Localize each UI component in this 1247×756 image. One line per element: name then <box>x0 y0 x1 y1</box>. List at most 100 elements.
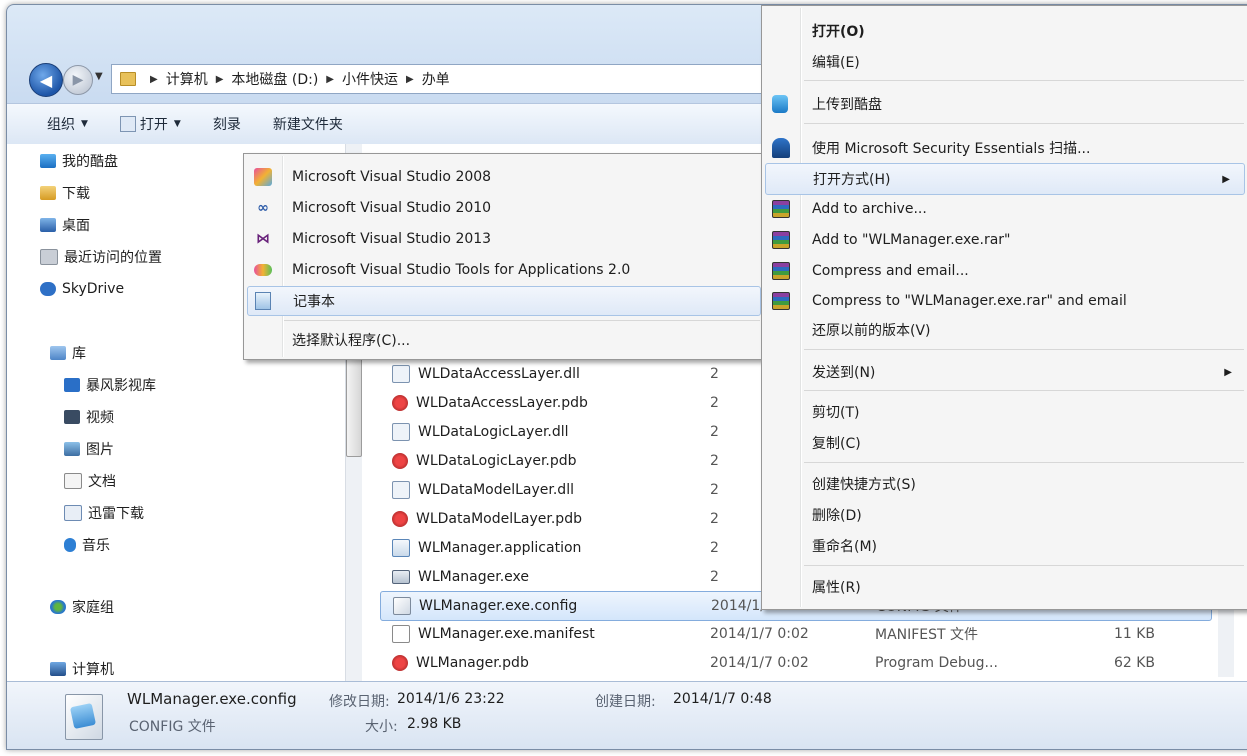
menu-item-label: 复制(C) <box>812 436 861 452</box>
address-bar[interactable]: ▶ 计算机 ▶ 本地磁盘 (D:) ▶ 小件快运 ▶ 办单 <box>111 64 813 94</box>
chevron-right-icon[interactable]: ▶ <box>216 74 224 85</box>
chevron-right-icon[interactable]: ▶ <box>150 74 158 85</box>
nav-item-xunlei[interactable]: 迅雷下载 <box>64 502 144 524</box>
menu-item-label: Microsoft Visual Studio 2010 <box>292 200 492 216</box>
menu-item-vs2008[interactable]: Microsoft Visual Studio 2008 <box>246 163 762 191</box>
menu-separator <box>804 123 1244 124</box>
new-folder-button[interactable]: 新建文件夹 <box>257 114 359 134</box>
nav-item-library[interactable]: 库 <box>50 342 86 364</box>
nav-item-computer[interactable]: 计算机 <box>50 658 114 680</box>
vsta-icon <box>254 264 272 276</box>
menu-item-mse-scan[interactable]: 使用 Microsoft Security Essentials 扫描... <box>764 133 1246 163</box>
menu-item-label: 记事本 <box>293 294 335 310</box>
file-name: WLDataAccessLayer.dll <box>418 366 580 382</box>
film-icon <box>64 410 80 424</box>
config-icon <box>393 597 411 615</box>
dropdown-caret-icon: ▼ <box>173 119 181 129</box>
exe-icon <box>392 570 410 584</box>
menu-item-restore-versions[interactable]: 还原以前的版本(V) <box>764 315 1246 345</box>
menu-item-properties[interactable]: 属性(R) <box>764 572 1246 602</box>
nav-item-documents[interactable]: 文档 <box>64 470 116 492</box>
menu-item-copy[interactable]: 复制(C) <box>764 428 1246 458</box>
nav-item-videos[interactable]: 视频 <box>64 406 114 428</box>
desktop-icon <box>40 218 56 232</box>
manifest-icon <box>392 625 410 643</box>
forward-button[interactable]: ▶ <box>63 65 93 95</box>
breadcrumb-current[interactable]: 办单 <box>422 69 450 89</box>
menu-item-vs2013[interactable]: ⋈ Microsoft Visual Studio 2013 <box>246 225 762 253</box>
menu-item-add-rar[interactable]: Add to "WLManager.exe.rar" <box>764 225 1246 255</box>
nav-item-pictures[interactable]: 图片 <box>64 438 114 460</box>
document-icon <box>64 473 82 489</box>
kupan-upload-icon <box>772 95 788 113</box>
menu-item-upload-kupan[interactable]: 上传到酷盘 <box>764 89 1246 119</box>
back-arrow-icon: ◀ <box>39 70 53 90</box>
table-row[interactable]: WLManager.pdb 2014/1/7 0:02 Program Debu… <box>380 649 1210 677</box>
file-list-scrollbar[interactable] <box>1218 600 1234 677</box>
file-size: 62 KB <box>1113 655 1155 671</box>
menu-item-label: 选择默认程序(C)... <box>292 333 411 349</box>
file-name: WLManager.exe.manifest <box>418 626 595 642</box>
menu-item-choose-default[interactable]: 选择默认程序(C)... <box>246 326 762 354</box>
nav-item-label: 下载 <box>62 186 90 202</box>
menu-item-open-with[interactable]: 打开方式(H) ▶ <box>765 163 1245 195</box>
video-library-icon <box>64 378 80 392</box>
burn-label: 刻录 <box>212 117 241 133</box>
nav-item-desktop[interactable]: 桌面 <box>40 214 90 236</box>
menu-item-create-shortcut[interactable]: 创建快捷方式(S) <box>764 469 1246 499</box>
breadcrumb-drive-d[interactable]: 本地磁盘 (D:) <box>231 69 318 89</box>
menu-item-add-archive[interactable]: Add to archive... <box>764 194 1246 224</box>
details-size: 2.98 KB <box>407 716 462 732</box>
menu-item-edit[interactable]: 编辑(E) <box>764 47 1246 77</box>
menu-item-notepad[interactable]: 记事本 <box>247 286 761 316</box>
winrar-icon <box>772 292 790 310</box>
file-date: 2014/1/7 0:02 <box>710 626 809 642</box>
open-button[interactable]: 打开 ▼ <box>104 114 197 134</box>
menu-item-label: Microsoft Visual Studio 2008 <box>292 169 492 185</box>
submenu-arrow-icon: ▶ <box>1224 366 1232 378</box>
visual-studio-2008-icon <box>254 168 272 186</box>
menu-item-cut[interactable]: 剪切(T) <box>764 397 1246 427</box>
breadcrumb: ▶ 计算机 ▶ 本地磁盘 (D:) ▶ 小件快运 ▶ 办单 <box>142 69 450 89</box>
menu-item-vs2010[interactable]: ∞ Microsoft Visual Studio 2010 <box>246 194 762 222</box>
menu-item-rename[interactable]: 重命名(M) <box>764 531 1246 561</box>
forward-arrow-icon: ▶ <box>72 72 84 88</box>
menu-item-send-to[interactable]: 发送到(N) ▶ <box>764 357 1246 387</box>
menu-item-label: Compress and email... <box>812 263 969 279</box>
file-type: MANIFEST 文件 <box>875 627 979 643</box>
breadcrumb-folder[interactable]: 小件快运 <box>342 69 398 89</box>
burn-button[interactable]: 刻录 <box>197 114 257 134</box>
nav-item-skydrive[interactable]: SkyDrive <box>40 278 124 300</box>
chevron-right-icon[interactable]: ▶ <box>326 74 334 85</box>
chevron-right-icon[interactable]: ▶ <box>406 74 414 85</box>
winrar-icon <box>772 262 790 280</box>
menu-item-open[interactable]: 打开(O) <box>764 16 1246 46</box>
nav-item-music[interactable]: 音乐 <box>64 534 110 556</box>
breadcrumb-computer[interactable]: 计算机 <box>166 69 208 89</box>
table-row[interactable]: WLManager.exe.manifest 2014/1/7 0:02 MAN… <box>380 620 1210 648</box>
nav-item-kupan[interactable]: 我的酷盘 <box>40 150 118 172</box>
file-name: WLManager.application <box>418 540 582 556</box>
menu-item-label: 剪切(T) <box>812 405 860 421</box>
details-modified-label: 修改日期: <box>329 694 390 710</box>
nav-item-homegroup[interactable]: 家庭组 <box>50 596 114 618</box>
back-button[interactable]: ◀ <box>29 63 63 97</box>
nav-item-recent-places[interactable]: 最近访问的位置 <box>40 246 162 268</box>
nav-item-label: 视频 <box>86 410 114 426</box>
new-folder-label: 新建文件夹 <box>272 117 343 133</box>
nav-item-downloads[interactable]: 下载 <box>40 182 90 204</box>
dropdown-caret-icon: ▼ <box>81 119 88 129</box>
nav-item-baofeng[interactable]: 暴风影视库 <box>64 374 156 396</box>
details-size-label: 大小: <box>365 719 398 735</box>
organize-button[interactable]: 组织 ▼ <box>7 114 104 134</box>
file-name: WLDataLogicLayer.dll <box>418 424 569 440</box>
menu-separator <box>804 462 1244 463</box>
menu-item-compress-rar-email[interactable]: Compress to "WLManager.exe.rar" and emai… <box>764 286 1246 316</box>
menu-separator <box>804 390 1244 391</box>
recent-pages-dropdown-icon[interactable]: ▼ <box>95 71 103 82</box>
menu-item-compress-email[interactable]: Compress and email... <box>764 256 1246 286</box>
winrar-icon <box>772 200 790 218</box>
menu-item-label: 创建快捷方式(S) <box>812 477 916 493</box>
menu-item-vsta[interactable]: Microsoft Visual Studio Tools for Applic… <box>246 256 762 284</box>
menu-item-delete[interactable]: 删除(D) <box>764 500 1246 530</box>
